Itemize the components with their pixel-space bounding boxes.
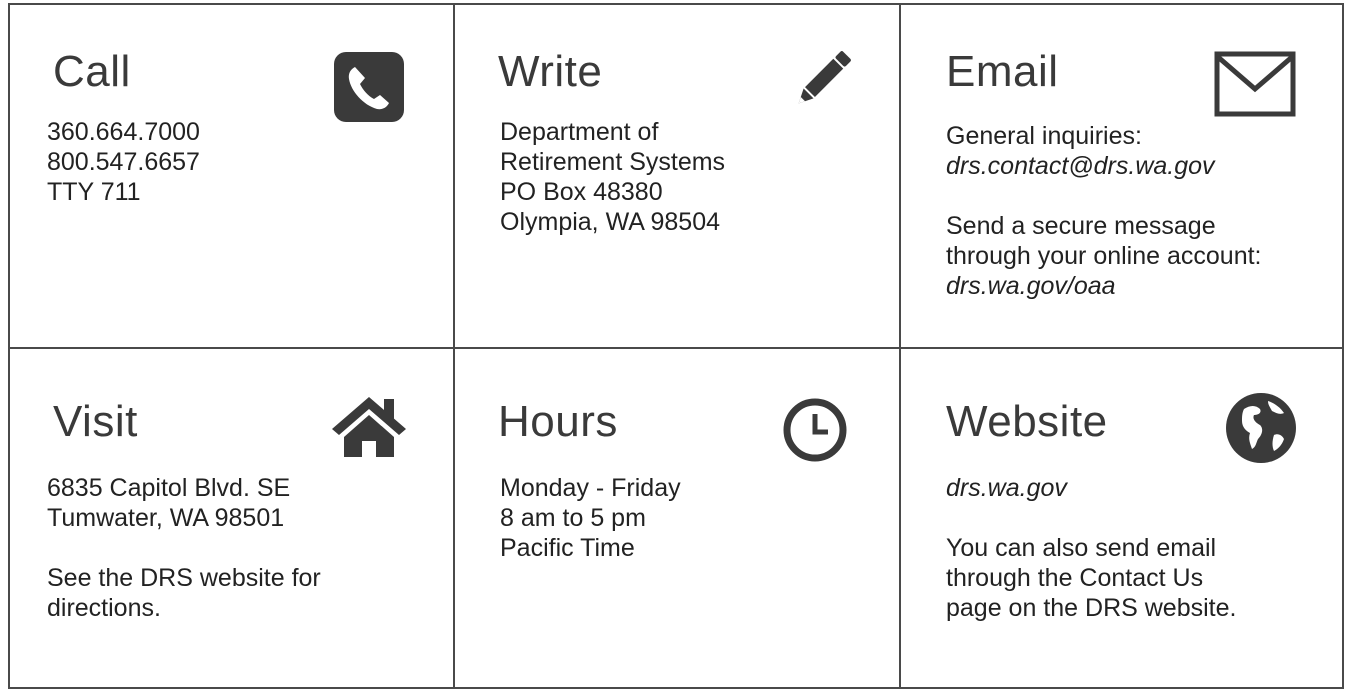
- home-icon: [332, 397, 406, 457]
- tty-number[interactable]: TTY 711: [47, 177, 200, 207]
- pencil-icon: [798, 51, 851, 104]
- street-address: 6835 Capitol Blvd. SE: [47, 474, 291, 502]
- globe-icon: [1226, 393, 1296, 463]
- envelope-icon: [1214, 51, 1296, 117]
- secure-message-text-1: Send a secure message: [946, 212, 1216, 240]
- clock-icon: [783, 398, 847, 462]
- phone-number-2[interactable]: 800.547.6657: [47, 147, 200, 177]
- hours-title: Hours: [498, 397, 618, 446]
- directions-note-2: directions.: [47, 594, 161, 622]
- time-zone: Pacific Time: [500, 534, 635, 562]
- online-account-link[interactable]: drs.wa.gov/oaa: [946, 271, 1262, 301]
- business-days: Monday - Friday: [500, 474, 681, 502]
- website-note-1: You can also send email: [946, 534, 1217, 562]
- visit-details: 6835 Capitol Blvd. SE Tumwater, WA 98501…: [47, 473, 321, 623]
- call-details: 360.664.7000 800.547.6657 TTY 711: [47, 117, 200, 207]
- address-line-3: PO Box 48380: [500, 178, 663, 206]
- hours-details: Monday - Friday 8 am to 5 pm Pacific Tim…: [500, 473, 681, 563]
- contact-email-link[interactable]: drs.contact@drs.wa.gov: [946, 151, 1262, 181]
- website-card: Website drs.wa.gov You can also send ema…: [901, 349, 1344, 689]
- visit-card: Visit 6835 Capitol Blvd. SE Tumwater, WA…: [10, 349, 453, 689]
- write-title: Write: [498, 47, 603, 96]
- website-note-3: page on the DRS website.: [946, 594, 1237, 622]
- address-line-4: Olympia, WA 98504: [500, 208, 721, 236]
- email-details: General inquiries: drs.contact@drs.wa.go…: [946, 121, 1262, 301]
- mailing-address: Department of Retirement Systems PO Box …: [500, 117, 725, 237]
- city-state-zip: Tumwater, WA 98501: [47, 504, 285, 532]
- website-title: Website: [946, 397, 1108, 446]
- write-card: Write Department of Retirement Systems P…: [455, 5, 899, 347]
- hours-card: Hours Monday - Friday 8 am to 5 pm Pacif…: [455, 349, 899, 689]
- email-title: Email: [946, 47, 1059, 96]
- call-title: Call: [53, 47, 131, 96]
- secure-message-text-2: through your online account:: [946, 242, 1262, 270]
- directions-note-1: See the DRS website for: [47, 564, 321, 592]
- website-link[interactable]: drs.wa.gov: [946, 473, 1236, 503]
- email-card: Email General inquiries: drs.contact@drs…: [901, 5, 1344, 347]
- address-line-2: Retirement Systems: [500, 148, 726, 176]
- website-details: drs.wa.gov You can also send email throu…: [946, 473, 1236, 623]
- contact-grid: Call 360.664.7000 800.547.6657 TTY 711 W…: [8, 3, 1344, 689]
- phone-icon: [334, 52, 404, 122]
- business-hours: 8 am to 5 pm: [500, 504, 646, 532]
- address-line-1: Department of: [500, 118, 659, 146]
- call-card: Call 360.664.7000 800.547.6657 TTY 711: [10, 5, 453, 347]
- website-note-2: through the Contact Us: [946, 564, 1204, 592]
- visit-title: Visit: [53, 397, 138, 446]
- general-inquiries-label: General inquiries:: [946, 122, 1142, 150]
- phone-number-1[interactable]: 360.664.7000: [47, 117, 200, 147]
